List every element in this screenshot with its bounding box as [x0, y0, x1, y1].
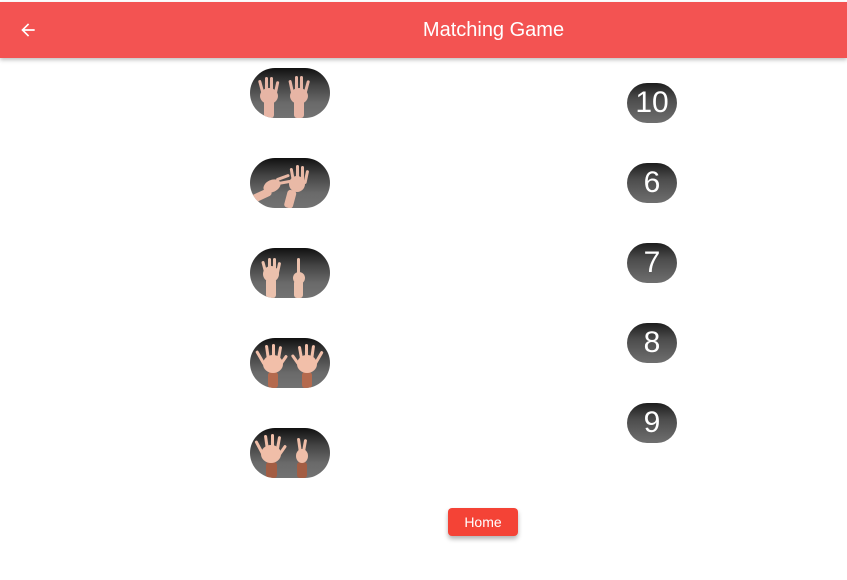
number-option[interactable]: 6 — [627, 163, 677, 203]
home-button[interactable]: Home — [448, 508, 518, 536]
page-title: Matching Game — [422, 18, 565, 41]
hand-sign-card[interactable] — [250, 428, 330, 478]
hand-sign-card[interactable] — [250, 248, 330, 298]
hands-sign-icon — [258, 76, 310, 118]
hands-sign-icon — [255, 344, 324, 388]
hand-sign-card[interactable] — [250, 338, 330, 388]
number-option[interactable]: 7 — [627, 243, 677, 283]
hands-sign-icon — [250, 165, 309, 208]
hand-sign-card[interactable] — [250, 68, 330, 118]
number-option[interactable]: 10 — [627, 83, 677, 123]
hand-sign-card[interactable] — [250, 158, 330, 208]
number-option[interactable]: 9 — [627, 403, 677, 443]
hands-sign-icon — [261, 258, 305, 298]
number-option[interactable]: 8 — [627, 323, 677, 363]
hands-sign-icon — [254, 434, 308, 478]
app-bar: Matching Game — [0, 2, 847, 58]
